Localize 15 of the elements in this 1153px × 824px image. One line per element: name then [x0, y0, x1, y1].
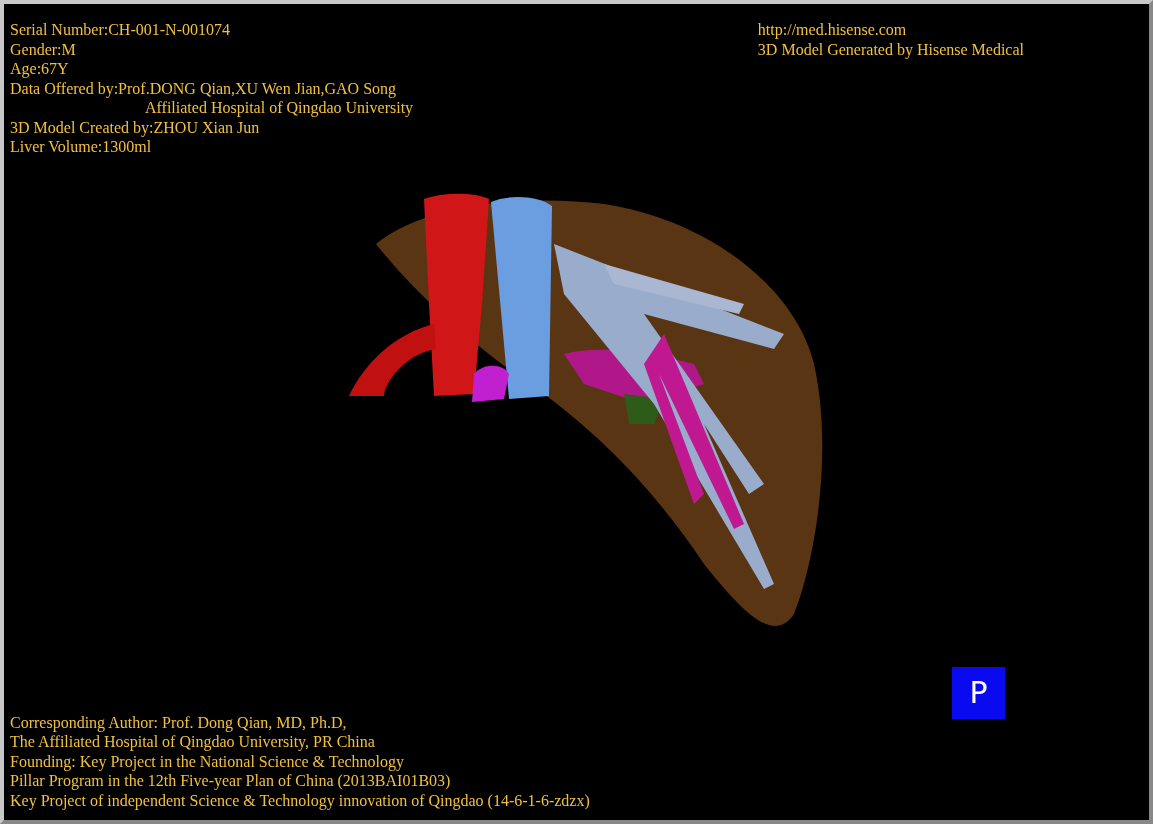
info-text: Gender:M [10, 39, 76, 59]
info-text: 3D Model Created by:ZHOU Xian Jun [10, 117, 260, 137]
info-text: Data Offered by:Prof.DONG Qian,XU Wen Jian,GAO Song [10, 78, 397, 98]
info-text: 3D Model Generated by Hisense Medical [757, 39, 1024, 59]
info-text: Key Project of independent Science & Technology innovation of Qingdao (14-6-1-6-zdzx) [10, 790, 590, 810]
info-text: Pillar Program in the 12th Five-year Plan of China (2013BAI01B03) [10, 771, 451, 791]
projection-button[interactable]: P [952, 666, 1005, 719]
info-text: Corresponding Author: Prof. Dong Qian, MD, Ph.D, [10, 712, 347, 732]
info-text: http://med.hisense.com [757, 20, 907, 40]
info-text: Affiliated Hospital of Qingdao University [145, 98, 414, 118]
info-text: Founding: Key Project in the National Science & Technology [10, 751, 405, 771]
info-text: Serial Number:CH-001-N-001074 [10, 20, 230, 40]
info-text: Liver Volume:1300ml [10, 137, 152, 157]
info-text: Age:67Y [10, 59, 69, 79]
info-text: The Affiliated Hospital of Qingdao University, PR China [10, 732, 375, 752]
